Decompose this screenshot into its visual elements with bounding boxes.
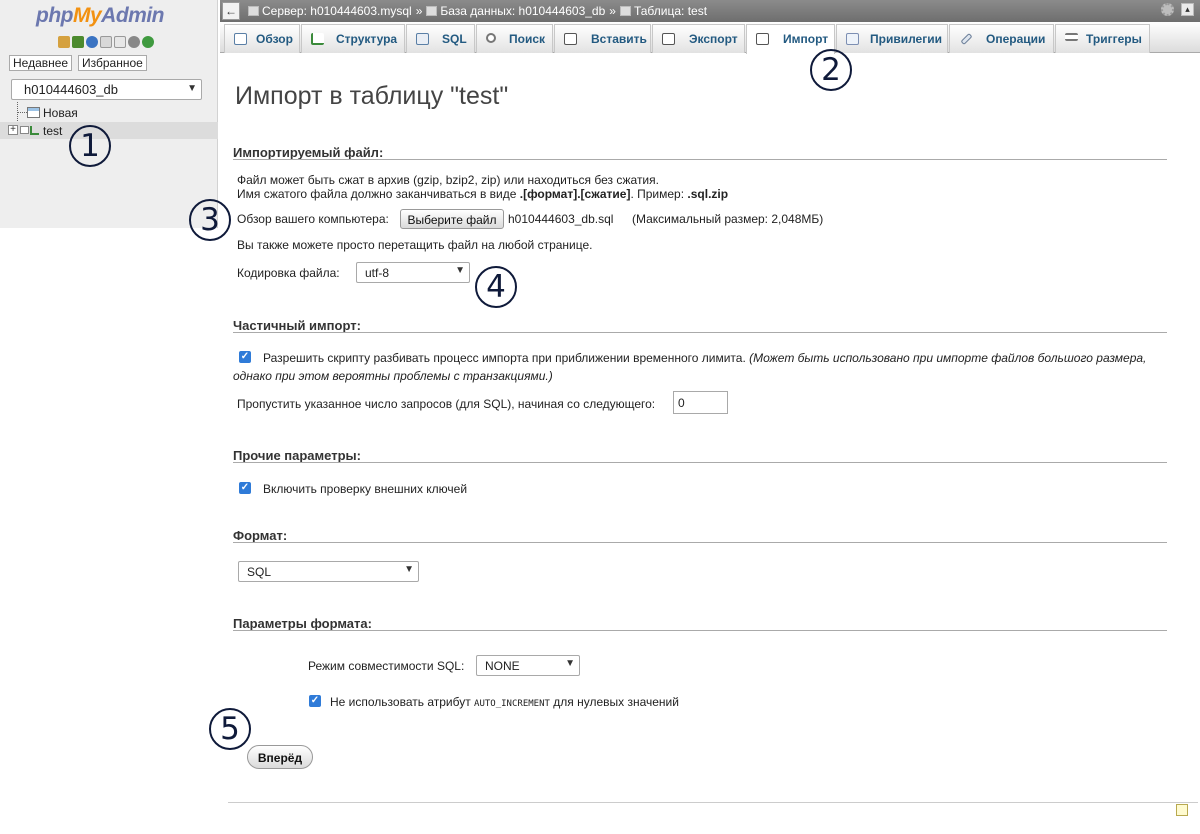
fk-checks-label: Включить проверку внешних ключей <box>263 482 468 496</box>
server-icon <box>248 6 259 16</box>
export-icon <box>662 33 675 45</box>
top-breadcrumb-bar: ← Сервер: h010444603.mysql» База данных: … <box>220 0 1200 22</box>
table-icon <box>619 6 631 16</box>
home-icon[interactable] <box>58 36 70 48</box>
gear-icon[interactable] <box>1161 3 1174 16</box>
navigation-panel: phpMyAdmin Недавнее Избранное h010444603… <box>0 0 218 228</box>
choose-file-button[interactable]: Выберите файл <box>400 209 504 229</box>
no-auto-increment-label: Не использовать атрибут AUTO_INCREMENT д… <box>330 695 679 709</box>
partial-section-heading: Частичный импорт: <box>233 318 361 333</box>
insert-icon <box>564 33 577 45</box>
chosen-file-name: h010444603_db.sql <box>508 212 614 226</box>
divider <box>233 542 1167 543</box>
triggers-icon <box>1065 33 1078 41</box>
quick-icons <box>58 36 156 50</box>
sql-icon <box>416 33 429 45</box>
tab-export[interactable]: Экспорт <box>652 24 745 53</box>
import-icon <box>756 33 769 45</box>
chevron-down-icon: ▼ <box>187 83 197 94</box>
collapse-panel-button[interactable]: ← <box>222 2 240 20</box>
breadcrumb-server[interactable]: Сервер: h010444603.mysql <box>262 4 412 18</box>
tab-browse[interactable]: Обзор <box>224 24 300 53</box>
reload-icon[interactable] <box>142 36 154 48</box>
favorite-tables-button[interactable]: Избранное <box>78 55 147 71</box>
exit-icon[interactable] <box>72 36 84 48</box>
tab-sql[interactable]: SQL <box>406 24 475 53</box>
breadcrumb-database[interactable]: База данных: h010444603_db <box>440 4 605 18</box>
compat-mode-label: Режим совместимости SQL: <box>308 659 465 673</box>
format-section-heading: Формат: <box>233 528 288 543</box>
annotation-badge-4: 4 <box>475 266 517 308</box>
tab-operations[interactable]: Операции <box>949 24 1054 53</box>
breadcrumb: Сервер: h010444603.mysql» База данных: h0… <box>248 4 707 18</box>
allow-interrupt-checkbox[interactable]: ✓ <box>239 351 251 363</box>
new-table-icon <box>27 107 40 118</box>
tree-connector <box>17 112 27 113</box>
chevron-down-icon: ▼ <box>404 564 414 575</box>
compression-info-1: Файл может быть сжат в архив (gzip, bzip… <box>237 173 659 187</box>
structure-icon[interactable] <box>30 126 39 135</box>
divider <box>233 630 1167 631</box>
tab-triggers[interactable]: Триггеры <box>1055 24 1150 53</box>
table-icon <box>20 126 29 134</box>
tree-item-new[interactable]: Новая <box>0 104 218 121</box>
tab-search[interactable]: Поиск <box>476 24 553 53</box>
compat-mode-select[interactable]: NONE ▼ <box>476 655 580 676</box>
chevron-down-icon: ▼ <box>455 265 465 276</box>
annotation-badge-3: 3 <box>189 199 231 241</box>
file-section-heading: Импортируемый файл: <box>233 145 384 160</box>
database-select[interactable]: h010444603_db ▼ <box>11 79 202 100</box>
recent-tables-button[interactable]: Недавнее <box>9 55 73 71</box>
search-icon <box>486 33 496 43</box>
expand-icon[interactable]: + <box>8 125 18 135</box>
breadcrumb-table[interactable]: Таблица: test <box>634 4 707 18</box>
collapse-icon[interactable]: ▴ <box>1181 3 1194 16</box>
annotation-badge-2: 2 <box>810 49 852 91</box>
other-section-heading: Прочие параметры: <box>233 448 361 463</box>
tab-insert[interactable]: Вставить <box>554 24 651 53</box>
structure-icon <box>311 33 324 45</box>
charset-select[interactable]: utf-8 ▼ <box>356 262 470 283</box>
format-options-heading: Параметры формата: <box>233 616 372 631</box>
skip-queries-input[interactable]: 0 <box>673 391 728 414</box>
divider <box>233 332 1167 333</box>
allow-interrupt-label: Разрешить скрипту разбивать процесс импо… <box>263 351 1147 365</box>
annotation-badge-5: 5 <box>209 708 251 750</box>
drag-drop-hint: Вы также можете просто перетащить файл н… <box>237 238 593 252</box>
privileges-icon <box>846 33 859 45</box>
allow-interrupt-note: однако при этом вероятны проблемы с тран… <box>233 369 553 383</box>
tab-structure[interactable]: Структура <box>301 24 405 53</box>
compression-info-2: Имя сжатого файла должно заканчиваться в… <box>237 187 729 201</box>
footer-divider <box>228 802 1198 803</box>
help-icon[interactable] <box>86 36 98 48</box>
wrench-icon <box>960 32 973 46</box>
page-title: Импорт в таблицу "test" <box>235 82 509 110</box>
charset-label: Кодировка файла: <box>237 266 340 280</box>
browse-icon <box>234 33 247 45</box>
tab-privileges[interactable]: Привилегии <box>836 24 948 53</box>
browse-label: Обзор вашего компьютера: <box>237 212 389 226</box>
annotation-badge-1: 1 <box>69 125 111 167</box>
phpmyadmin-logo[interactable]: phpMyAdmin <box>36 4 164 28</box>
divider <box>233 462 1167 463</box>
chevron-down-icon: ▼ <box>565 658 575 669</box>
console-icon[interactable] <box>1176 804 1188 816</box>
docs-icon[interactable] <box>100 36 112 48</box>
go-button[interactable]: Вперёд <box>247 745 313 769</box>
no-auto-increment-checkbox[interactable]: ✓ <box>309 695 321 707</box>
sql-docs-icon[interactable] <box>114 36 126 48</box>
max-size-info: (Максимальный размер: 2,048МБ) <box>632 212 824 226</box>
divider <box>233 159 1167 160</box>
fk-checks-checkbox[interactable]: ✓ <box>239 482 251 494</box>
settings-icon[interactable] <box>128 36 140 48</box>
tab-import[interactable]: Импорт <box>746 24 835 54</box>
database-icon <box>426 6 438 16</box>
skip-queries-label: Пропустить указанное число запросов (для… <box>237 397 656 411</box>
format-select[interactable]: SQL ▼ <box>238 561 419 582</box>
menu-tabs: Обзор Структура SQL Поиск Вставить Экспо… <box>220 22 1200 54</box>
